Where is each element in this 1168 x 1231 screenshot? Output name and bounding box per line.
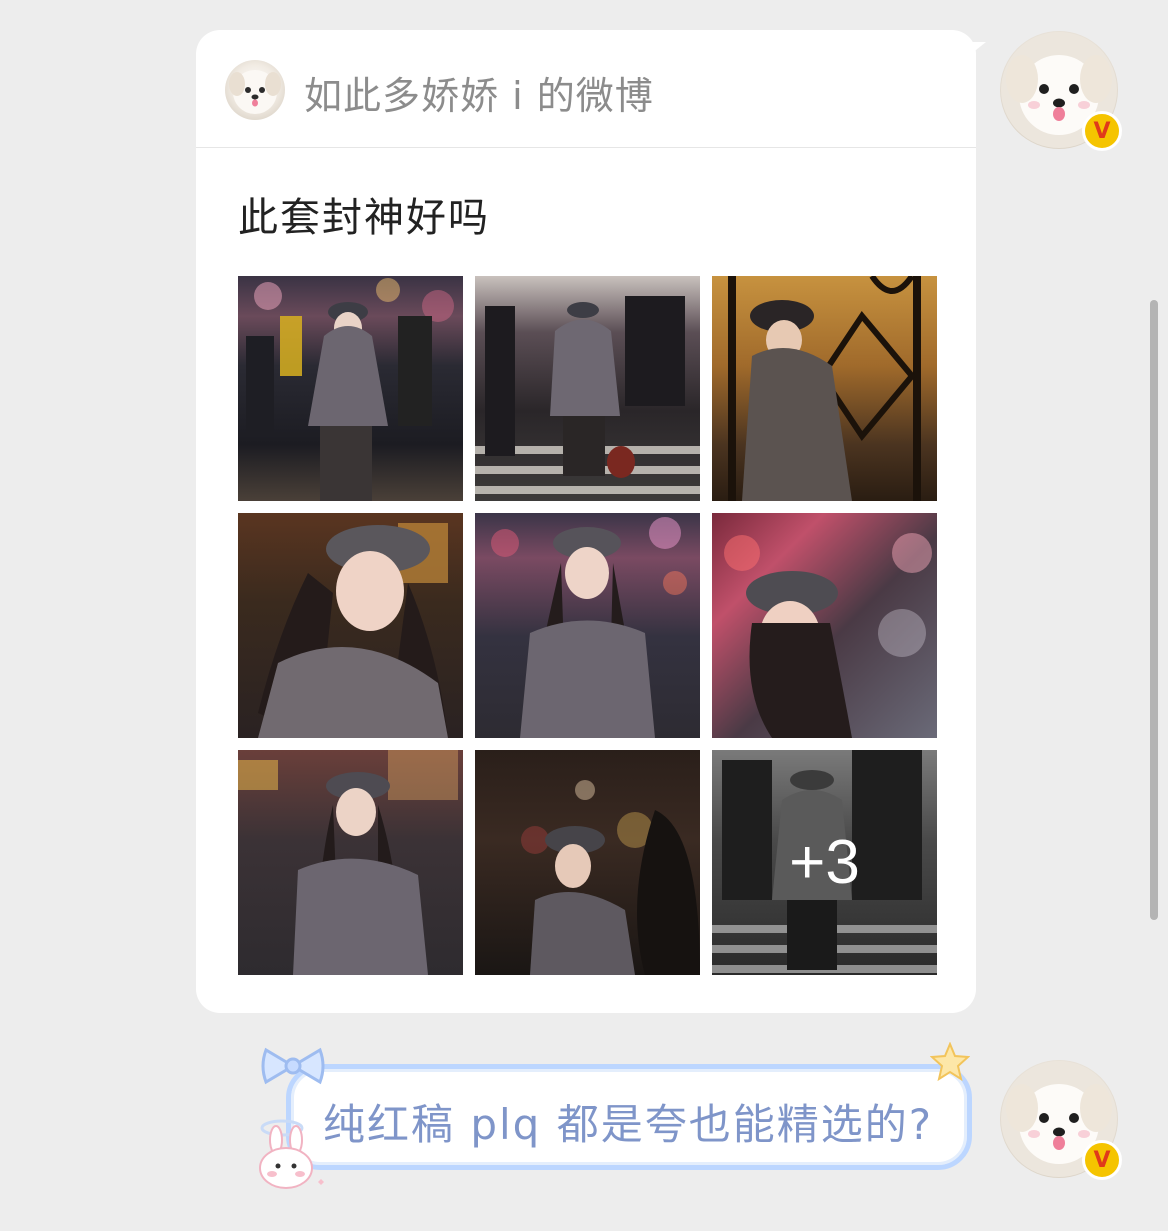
photo-thumbnail-3[interactable] (712, 276, 937, 501)
bunny-sticker-icon (259, 1119, 324, 1189)
photo-thumbnail-2[interactable] (475, 276, 700, 501)
bow-sticker-icon (261, 1047, 325, 1085)
source-name[interactable]: 如此多娇娇 i 的微博 (304, 65, 654, 120)
verified-badge-icon: V (1082, 1140, 1122, 1180)
photo-grid: +3 (238, 276, 938, 975)
shared-weibo-card[interactable]: 如此多娇娇 i 的微博 此套封神好吗 +3 (196, 30, 976, 1013)
user-avatar-bottom[interactable]: V (1000, 1060, 1122, 1180)
card-bubble-tail (966, 42, 986, 58)
photo-thumbnail-9-more[interactable]: +3 (712, 750, 937, 975)
photo-thumbnail-4[interactable] (238, 513, 463, 738)
reply-message-text: 纯红稿 plq 都是夸也能精选的? (323, 1100, 933, 1149)
post-text: 此套封神好吗 (238, 195, 490, 241)
photo-thumbnail-6[interactable] (712, 513, 937, 738)
verified-badge-icon: V (1082, 111, 1122, 151)
card-header[interactable]: 如此多娇娇 i 的微博 (196, 30, 976, 148)
star-sticker-icon (930, 1042, 970, 1082)
reply-message-bubble[interactable]: 纯红稿 plq 都是夸也能精选的? (286, 1064, 972, 1170)
user-avatar-top[interactable]: V (1000, 31, 1122, 151)
photo-thumbnail-5[interactable] (475, 513, 700, 738)
source-avatar-icon (225, 60, 285, 120)
photo-thumbnail-7[interactable] (238, 750, 463, 975)
photo-thumbnail-8[interactable] (475, 750, 700, 975)
scrollbar[interactable] (1150, 300, 1158, 920)
photo-thumbnail-1[interactable] (238, 276, 463, 501)
more-photos-count: +3 (789, 828, 860, 897)
